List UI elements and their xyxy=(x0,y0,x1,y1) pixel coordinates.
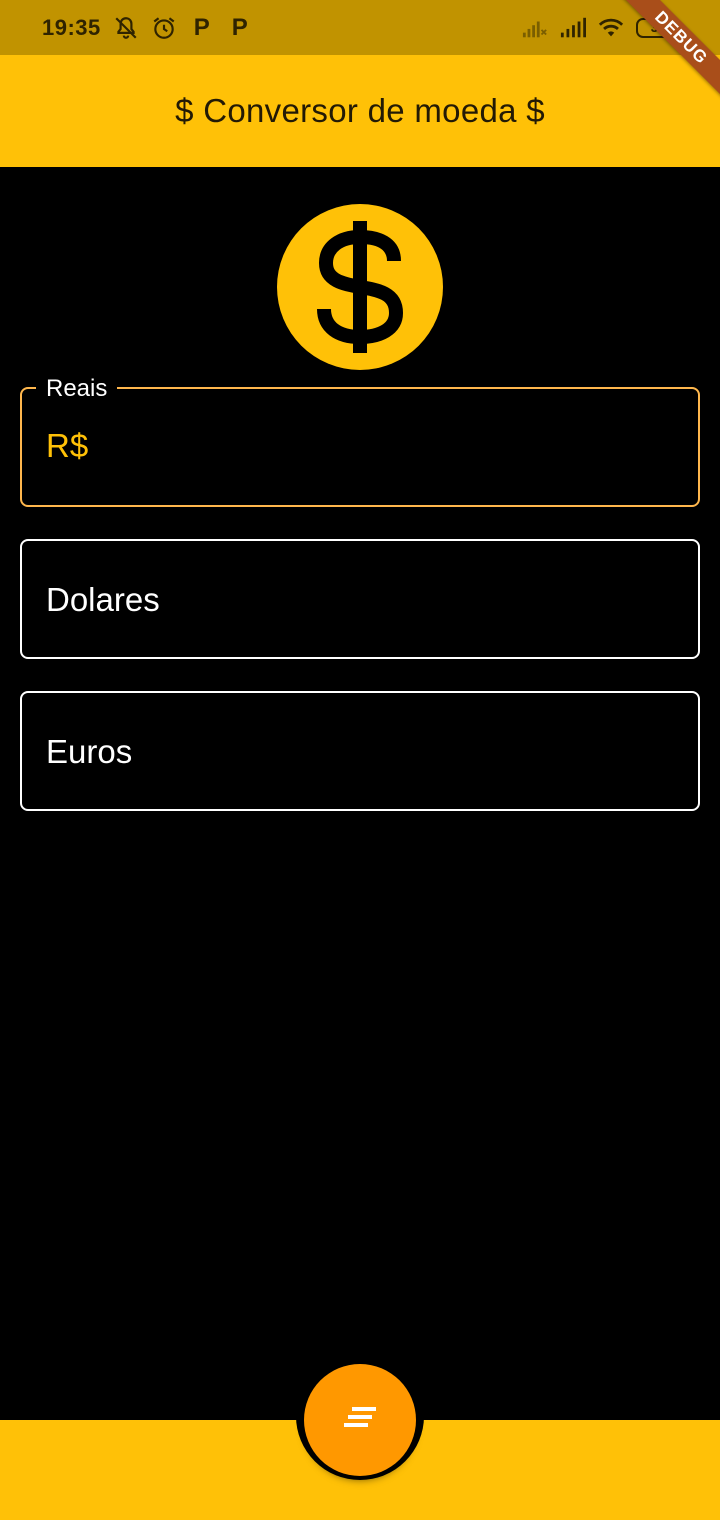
status-time: 19:35 xyxy=(42,14,101,40)
dolares-label: Dolares xyxy=(46,581,160,618)
status-bar: 19:35 P P 34 xyxy=(0,0,720,55)
app-screen: 19:35 P P 34 $ Convers xyxy=(0,0,720,1520)
page-title: $ Conversor de moeda $ xyxy=(175,92,545,129)
reais-label: Reais xyxy=(36,375,118,403)
reais-prefix: R$ xyxy=(46,427,89,464)
notifications-off-icon xyxy=(113,15,139,41)
signal-weak-icon xyxy=(522,15,548,41)
reais-field[interactable]: Reais R$ xyxy=(20,375,700,507)
dollar-circle-icon xyxy=(277,204,443,370)
signal-icon xyxy=(560,15,586,41)
p-app-icon: P xyxy=(193,13,210,41)
status-bar-left: 19:35 P P xyxy=(42,13,253,41)
menu-lines-icon xyxy=(340,1403,380,1438)
dolares-field[interactable]: Dolares xyxy=(20,539,700,659)
wifi-icon xyxy=(598,15,624,41)
euros-field[interactable]: Euros xyxy=(20,691,700,811)
euros-label: Euros xyxy=(46,733,133,770)
app-bar: $ Conversor de moeda $ xyxy=(0,55,720,167)
fab-button[interactable] xyxy=(304,1364,416,1476)
alarm-icon xyxy=(151,15,177,41)
p-app-icon: P xyxy=(231,13,248,41)
